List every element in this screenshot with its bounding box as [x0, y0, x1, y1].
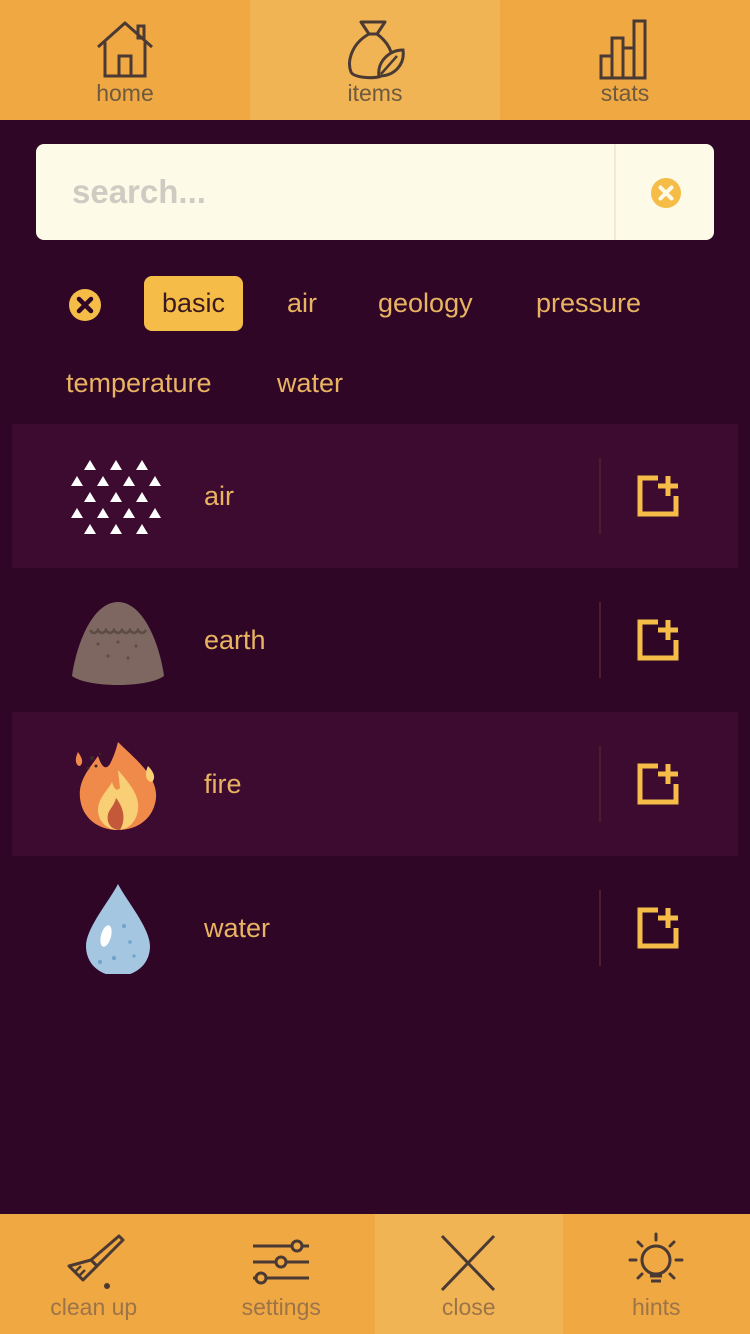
settings-label: settings: [241, 1294, 321, 1320]
close-icon: [440, 1234, 496, 1292]
search-divider: [614, 144, 616, 240]
row-divider: [599, 602, 601, 678]
tab-home-label: home: [96, 80, 154, 106]
item-name: water: [204, 913, 271, 943]
row-divider: [599, 458, 601, 534]
search-box: [36, 144, 714, 240]
add-item-icon[interactable]: [636, 906, 680, 950]
settings-button[interactable]: settings: [187, 1214, 375, 1334]
top-navigation: home items stats: [0, 0, 750, 120]
items-bag-icon: [348, 20, 405, 80]
clean-up-button[interactable]: clean up: [0, 1214, 188, 1334]
close-button[interactable]: close: [375, 1214, 563, 1334]
close-label: close: [441, 1294, 496, 1320]
list-item-water[interactable]: water: [12, 856, 738, 1000]
add-item-icon[interactable]: [636, 474, 680, 518]
add-item-icon[interactable]: [636, 618, 680, 662]
tab-stats-label: stats: [600, 80, 650, 106]
filter-chip-water[interactable]: water: [277, 356, 343, 411]
clear-search-icon[interactable]: [651, 178, 681, 208]
list-item-earth[interactable]: earth: [12, 568, 738, 712]
list-item-air[interactable]: air: [12, 424, 738, 568]
stats-icon: [599, 19, 647, 80]
filter-chip-geology[interactable]: geology: [378, 276, 473, 331]
lightbulb-icon: [628, 1232, 683, 1283]
list-item-fire[interactable]: fire: [12, 712, 738, 856]
tab-stats[interactable]: stats: [500, 0, 750, 120]
earth-icon: [72, 602, 164, 685]
tab-home[interactable]: home: [0, 0, 250, 120]
tab-items-label: items: [347, 80, 403, 106]
row-divider: [599, 890, 601, 966]
row-divider: [599, 746, 601, 822]
air-icon: [71, 460, 161, 534]
hints-button[interactable]: hints: [562, 1214, 750, 1334]
item-name: air: [204, 481, 235, 511]
filter-chip-air[interactable]: air: [287, 276, 317, 331]
filter-chip-pressure[interactable]: pressure: [536, 276, 641, 331]
clear-filter-icon[interactable]: [69, 289, 101, 321]
home-icon: [97, 21, 153, 78]
search-input[interactable]: [36, 144, 614, 240]
tab-items[interactable]: items: [250, 0, 500, 120]
brush-icon: [67, 1234, 125, 1289]
clean-up-label: clean up: [50, 1294, 138, 1320]
fire-icon: [75, 742, 157, 830]
add-item-icon[interactable]: [636, 762, 680, 806]
filter-chip-temperature[interactable]: temperature: [66, 356, 212, 411]
sliders-icon: [252, 1239, 309, 1285]
item-name: earth: [204, 625, 266, 655]
item-name: fire: [204, 769, 242, 799]
filter-chip-basic[interactable]: basic: [144, 276, 244, 331]
hints-label: hints: [631, 1294, 681, 1320]
bottom-toolbar: clean up settings close hints: [0, 1214, 750, 1334]
water-drop-icon: [86, 884, 150, 974]
